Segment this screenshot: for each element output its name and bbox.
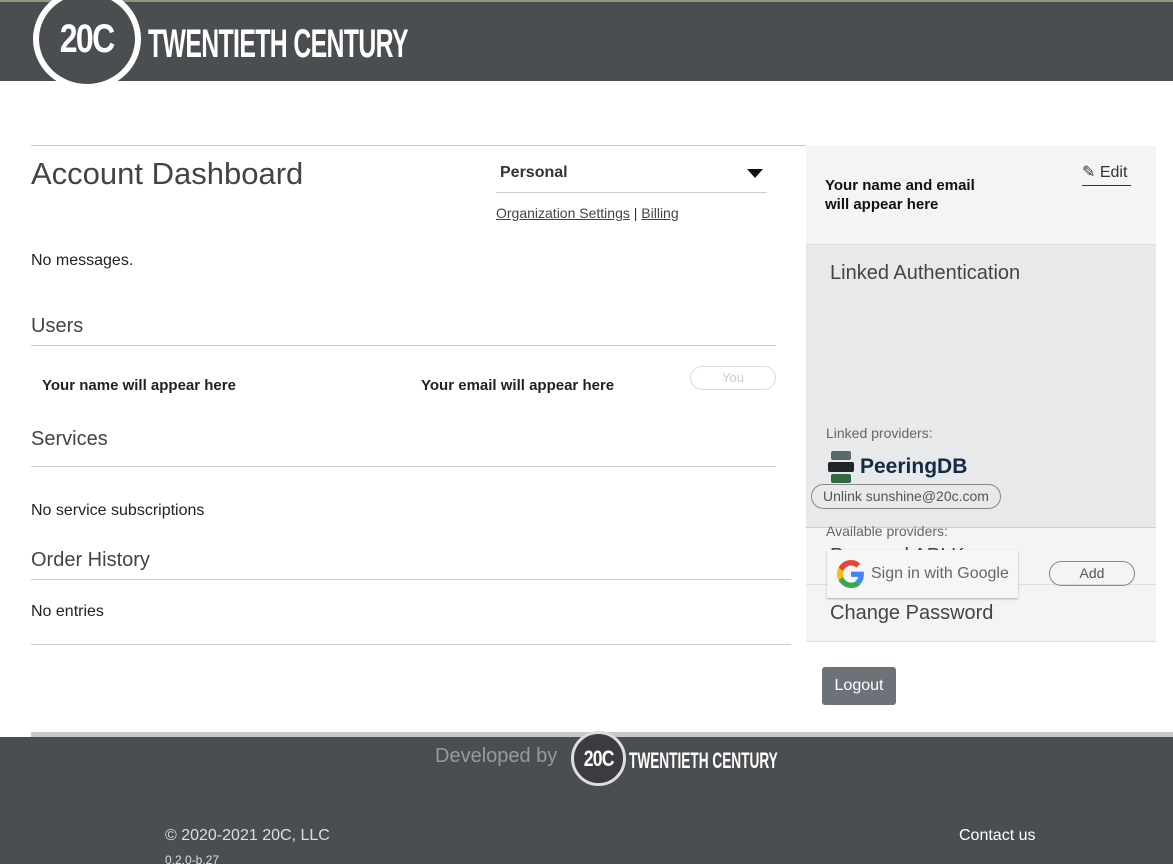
copyright: © 2020-2021 20C, LLC (165, 827, 330, 844)
add-provider-button[interactable]: Add (1049, 561, 1135, 586)
pencil-icon: ✎ (1082, 164, 1096, 181)
peeringdb-logo: PeeringDB (828, 451, 967, 483)
caret-down-icon (747, 169, 763, 178)
services-heading: Services (31, 428, 108, 450)
profile-line: Your name and email (825, 177, 975, 194)
logo[interactable]: 20C (33, 0, 141, 90)
orders-empty: No entries (31, 603, 104, 620)
sidebar: Your name and email will appear here ✎ Ed… (806, 146, 1156, 642)
footer-logo[interactable]: 20C (571, 731, 626, 786)
messages-text: No messages. (31, 252, 134, 269)
services-empty: No service subscriptions (31, 502, 205, 519)
users-heading: Users (31, 315, 84, 337)
divider (31, 579, 791, 580)
you-badge: You (690, 366, 776, 390)
version: 0.2.0-b.27 (165, 853, 220, 867)
divider (31, 145, 806, 146)
google-icon (837, 560, 864, 588)
profile-panel: Your name and email will appear here ✎ Ed… (806, 146, 1156, 245)
footer-logo-text: TWENTIETH CENTURY (629, 748, 778, 773)
logo-text: TWENTIETH CENTURY (148, 22, 409, 66)
google-sign-in-button[interactable]: Sign in with Google (827, 550, 1018, 598)
peeringdb-icon (828, 451, 854, 483)
order-history-heading: Order History (31, 549, 150, 571)
user-email: Your email will appear here (421, 377, 615, 394)
linked-providers-label: Linked providers: (826, 425, 933, 441)
logout-button[interactable]: Logout (822, 667, 896, 705)
linked-authentication-panel: Linked Authentication Linked providers: … (806, 245, 1156, 598)
org-links: Organization Settings | Billing (496, 205, 679, 221)
divider (31, 644, 791, 645)
user-name: Your name will appear here (42, 377, 236, 394)
divider (31, 345, 776, 346)
unlink-button[interactable]: Unlink sunshine@20c.com (811, 484, 1001, 509)
divider (31, 466, 776, 467)
linked-auth-title[interactable]: Linked Authentication (830, 262, 1020, 285)
developed-by-text: Developed by (435, 745, 558, 767)
header: 20C TWENTIETH CENTURY (0, 0, 1173, 90)
profile-line: will appear here (825, 196, 939, 213)
contact-us-link[interactable]: Contact us (959, 827, 1035, 845)
billing-link[interactable]: Billing (641, 205, 678, 221)
organization-settings-link[interactable]: Organization Settings (496, 205, 630, 221)
page-title: Account Dashboard (31, 156, 304, 191)
available-providers-label: Available providers: (826, 523, 948, 539)
edit-profile-button[interactable]: ✎ Edit (1082, 162, 1131, 186)
organization-select[interactable]: Personal (496, 156, 767, 193)
